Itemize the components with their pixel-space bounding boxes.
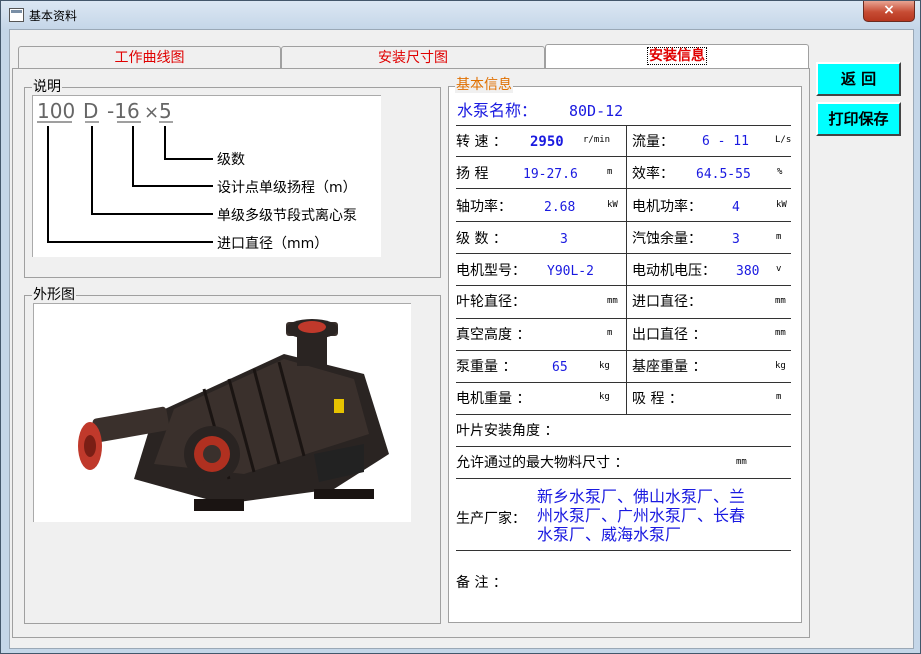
code-part-times: × — [144, 102, 159, 123]
head-unit: m — [607, 167, 613, 177]
impeller-dia-unit: mm — [607, 296, 618, 306]
pump-illustration — [78, 319, 389, 511]
code-part-d: D — [83, 99, 98, 123]
pump-name-label: 水泵名称： — [457, 101, 538, 120]
head-value: 19-27.6 — [523, 167, 578, 182]
motor-weight-unit: kg — [599, 392, 610, 402]
code-legend-head: 设计点单级扬程（m） — [217, 180, 357, 196]
model-code-svg: 100 D -16 × 5 级数 设计点单级扬程（m） 单级多级节段式离心泵 进… — [37, 99, 357, 252]
manufacturer-line-1: 新乡水泵厂、佛山水泵厂、兰 — [537, 487, 746, 506]
window-icon — [9, 8, 24, 22]
stages-label: 级 数 ： — [456, 231, 507, 247]
motor-power-value: 4 — [732, 200, 740, 215]
motor-voltage-unit: v — [776, 264, 782, 274]
window-title: 基本资料 — [29, 9, 78, 23]
suction-label: 吸 程 ： — [632, 391, 683, 407]
motor-model-value: Y90L-2 — [547, 264, 594, 279]
motor-voltage-value: 380 — [736, 264, 760, 279]
code-legend-inlet: 进口直径（mm） — [217, 235, 328, 252]
max-size-unit: mm — [736, 457, 747, 467]
speed-value: 2950 — [530, 134, 564, 150]
efficiency-value: 64.5-55 — [696, 167, 751, 182]
npsh-value: 3 — [732, 232, 740, 247]
suction-unit: m — [776, 392, 782, 402]
blade-angle-label: 叶片安装角度 ： — [456, 423, 559, 439]
npsh-unit: m — [776, 232, 782, 242]
code-legend-type: 单级多级节段式离心泵 — [217, 207, 357, 224]
outlet-dia-label: 出口直径 ： — [632, 327, 707, 343]
tab-install-size[interactable]: 安装尺寸图 — [281, 46, 545, 69]
vacuum-height-unit: m — [607, 328, 613, 338]
pump-weight-unit: kg — [599, 361, 610, 371]
flow-value: 6 - 11 — [702, 134, 749, 149]
inlet-dia-unit: mm — [775, 296, 786, 306]
pump-name-value: 80D-12 — [569, 102, 624, 120]
max-size-label: 允许通过的最大物料尺寸 ： — [456, 455, 629, 471]
tab-install-info[interactable]: 安装信息 — [545, 44, 809, 70]
shaft-power-value: 2.68 — [544, 200, 576, 215]
motor-model-label: 电机型号： — [456, 263, 526, 279]
code-part-16: -16 — [107, 99, 140, 123]
manufacturer-label: 生产厂家： — [456, 511, 526, 527]
inlet-dia-label: 进口直径： — [632, 294, 702, 310]
print-save-button[interactable]: 打印保存 — [816, 102, 901, 136]
code-part-5: 5 — [159, 99, 172, 123]
speed-unit: r/min — [583, 135, 611, 145]
tab-work-curve[interactable]: 工作曲线图 — [18, 46, 281, 69]
basic-info-label: 基本信息 — [455, 77, 513, 93]
shaft-power-label: 轴功率： — [456, 199, 512, 215]
code-legend-stages: 级数 — [217, 152, 245, 168]
head-label: 扬 程 — [456, 166, 489, 182]
speed-label: 转 速 ： — [456, 134, 507, 150]
base-weight-unit: kg — [775, 361, 786, 371]
manufacturer-line-2: 州水泵厂、广州水泵厂、长春 — [537, 506, 746, 525]
title-bar: 基本资料 × — [1, 1, 920, 29]
back-button[interactable]: 返 回 — [816, 62, 901, 96]
pump-weight-label: 泵重量 ： — [456, 359, 517, 375]
npsh-label: 汽蚀余量： — [632, 231, 702, 247]
description-label: 说明 — [32, 79, 62, 95]
tab-install-info-label: 安装信息 — [647, 47, 707, 65]
close-button[interactable]: × — [863, 1, 915, 22]
flow-label: 流量： — [632, 134, 674, 150]
pump-weight-value: 65 — [552, 360, 568, 375]
model-code-diagram: 100 D -16 × 5 级数 设计点单级扬程（m） 单级多级节段式离心泵 进… — [32, 95, 381, 257]
shape-label: 外形图 — [32, 287, 76, 303]
remark-label: 备 注 ： — [456, 575, 507, 591]
efficiency-label: 效率： — [632, 166, 674, 182]
shaft-power-unit: kW — [607, 200, 618, 210]
code-part-100: 100 — [37, 99, 75, 123]
vacuum-height-label: 真空高度 ： — [456, 327, 531, 343]
pump-photo — [33, 303, 411, 522]
base-weight-label: 基座重量 ： — [632, 359, 707, 375]
manufacturer-line-3: 水泵厂、威海水泵厂 — [537, 525, 682, 544]
motor-power-label: 电机功率： — [632, 199, 702, 215]
motor-voltage-label: 电动机电压： — [632, 263, 716, 279]
motor-weight-label: 电机重量 ： — [456, 391, 531, 407]
flow-unit: L/s — [775, 135, 792, 145]
motor-power-unit: kW — [776, 200, 787, 210]
efficiency-unit: % — [777, 167, 783, 177]
outlet-dia-unit: mm — [775, 328, 786, 338]
impeller-dia-label: 叶轮直径： — [456, 294, 526, 310]
stages-value: 3 — [560, 232, 568, 247]
